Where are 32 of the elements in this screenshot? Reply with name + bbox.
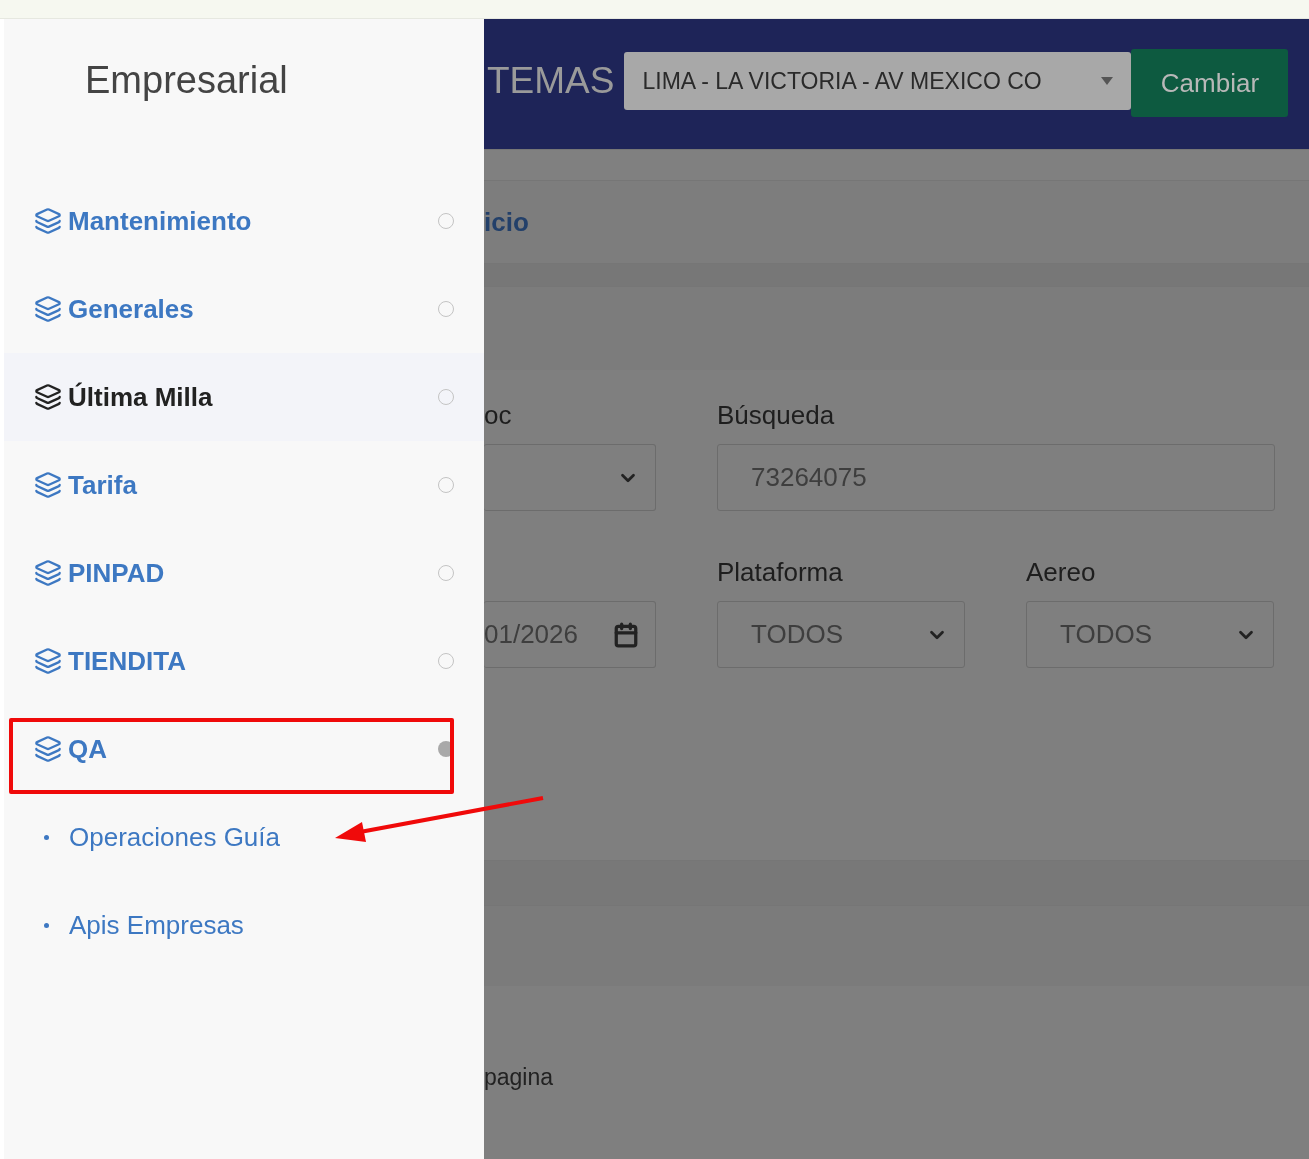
input-field[interactable]: 73264075 — [717, 444, 1275, 511]
menu-item[interactable]: Generales — [4, 265, 484, 353]
menu-item[interactable]: Tarifa — [4, 441, 484, 529]
field-label: Búsqueda — [717, 400, 836, 430]
field-label: Aereo — [1026, 557, 1097, 587]
select-field[interactable] — [484, 444, 656, 511]
layers-icon — [34, 471, 62, 499]
submenu-item[interactable]: Operaciones Guía — [4, 793, 484, 881]
menu-item[interactable]: Mantenimiento — [4, 177, 484, 265]
layers-icon — [34, 647, 62, 675]
menu-item[interactable]: Última Milla — [4, 353, 484, 441]
breadcrumb-link[interactable]: icio — [484, 206, 529, 238]
layers-icon — [34, 295, 62, 323]
calendar-icon — [613, 621, 639, 648]
select-field[interactable]: TODOS — [1026, 601, 1274, 668]
menu-item[interactable]: TIENDITA — [4, 617, 484, 705]
submenu-item[interactable]: Apis Empresas — [4, 881, 484, 969]
pagination-text: pagina — [484, 1063, 555, 1091]
field-label: Plataforma — [717, 557, 844, 587]
date-field[interactable]: 01/2026 — [484, 601, 656, 668]
location-select[interactable]: LIMA - LA VICTORIA - AV MEXICO CO — [624, 52, 1132, 110]
sidebar-title: Empresarial — [84, 58, 289, 103]
layers-icon — [34, 207, 62, 235]
app-title: TEMAS — [487, 60, 615, 102]
menu-item[interactable]: QA — [4, 705, 484, 793]
layers-icon — [34, 735, 62, 763]
change-button[interactable]: Cambiar — [1131, 49, 1289, 117]
layers-icon — [34, 383, 62, 411]
field-label: oc — [484, 400, 513, 430]
menu-item[interactable]: PINPAD — [4, 529, 484, 617]
layers-icon — [34, 559, 62, 587]
select-field[interactable]: TODOS — [717, 601, 965, 668]
